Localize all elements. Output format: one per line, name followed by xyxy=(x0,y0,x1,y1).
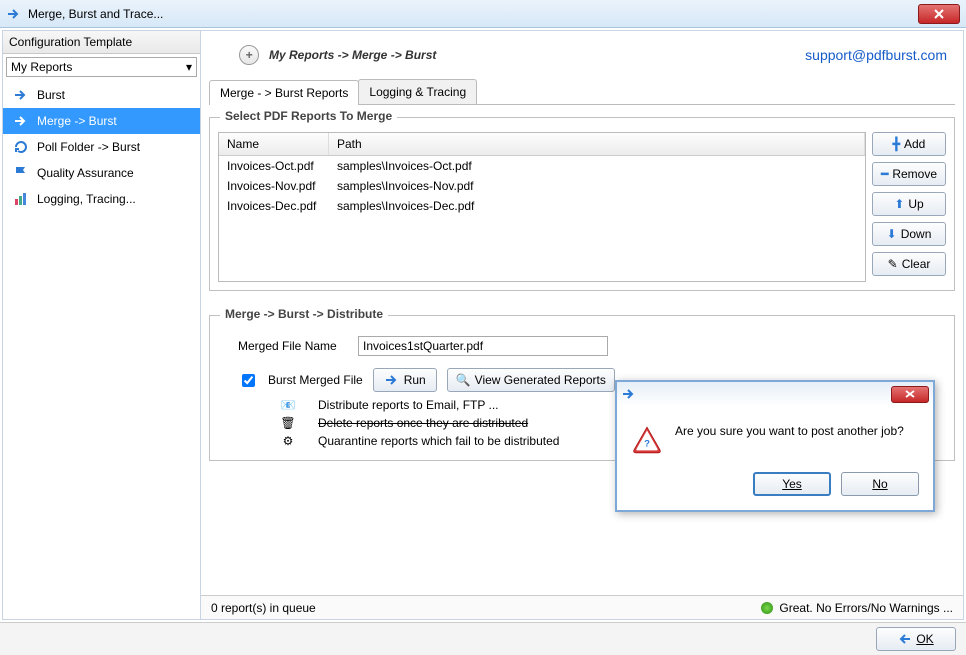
ok-arrow-icon xyxy=(898,633,912,645)
cell-path: samples\Invoices-Oct.pdf xyxy=(337,159,857,173)
file-table[interactable]: Name Path Invoices-Oct.pdfsamples\Invoic… xyxy=(218,132,866,282)
arrow-right-icon xyxy=(13,113,29,129)
arrow-up-icon: ⬆ xyxy=(894,197,904,211)
tabs: Merge - > Burst ReportsLogging & Tracing xyxy=(209,79,955,105)
app-icon xyxy=(6,6,22,22)
status-ok-icon xyxy=(761,602,773,614)
sidebar: Configuration Template My Reports ▾ Burs… xyxy=(3,31,201,619)
sidebar-item-label: Burst xyxy=(37,88,65,102)
down-button[interactable]: ⬇Down xyxy=(872,222,946,246)
table-row[interactable]: Invoices-Dec.pdfsamples\Invoices-Dec.pdf xyxy=(219,196,865,216)
sidebar-item-burst[interactable]: Burst xyxy=(3,82,200,108)
refresh-icon xyxy=(13,139,29,155)
bottom-bar: OK xyxy=(0,622,966,655)
confirm-dialog: ? Are you sure you want to post another … xyxy=(615,380,935,512)
flag-icon xyxy=(13,165,29,181)
merged-filename-input[interactable] xyxy=(358,336,608,356)
minus-icon: ━ xyxy=(881,167,888,181)
sidebar-item-label: Quality Assurance xyxy=(37,166,134,180)
dialog-close-button[interactable] xyxy=(891,386,929,403)
arrow-down-icon: ⬇ xyxy=(887,227,897,241)
merged-filename-label: Merged File Name xyxy=(238,339,348,353)
dialog-icon xyxy=(621,386,637,402)
breadcrumb-text: My Reports -> Merge -> Burst xyxy=(269,48,436,62)
run-button[interactable]: Run xyxy=(373,368,437,392)
window-title: Merge, Burst and Trace... xyxy=(28,7,163,21)
distribute-text: Delete reports once they are distributed xyxy=(318,416,528,430)
title-bar: Merge, Burst and Trace... xyxy=(0,0,966,28)
close-icon xyxy=(933,9,945,19)
ok-button[interactable]: OK xyxy=(876,627,956,651)
view-reports-button[interactable]: 🔍 View Generated Reports xyxy=(447,368,615,392)
plus-icon: ╋ xyxy=(893,137,900,151)
up-button[interactable]: ⬆Up xyxy=(872,192,946,216)
breadcrumb: + My Reports -> Merge -> Burst xyxy=(239,45,436,65)
distribute-legend: Merge -> Burst -> Distribute xyxy=(220,307,388,321)
trash-icon: 🗑 xyxy=(278,416,298,430)
warning-icon: ? xyxy=(631,424,663,456)
col-name[interactable]: Name xyxy=(219,133,329,155)
add-button[interactable]: ╋Add xyxy=(872,132,946,156)
table-row[interactable]: Invoices-Nov.pdfsamples\Invoices-Nov.pdf xyxy=(219,176,865,196)
chart-icon xyxy=(13,191,29,207)
cell-name: Invoices-Oct.pdf xyxy=(227,159,337,173)
sidebar-item-label: Merge -> Burst xyxy=(37,114,117,128)
dialog-no-button[interactable]: No xyxy=(841,472,919,496)
burst-merged-checkbox[interactable] xyxy=(242,374,255,387)
status-message: Great. No Errors/No Warnings ... xyxy=(779,601,953,615)
dialog-message: Are you sure you want to post another jo… xyxy=(675,424,904,438)
status-bar: 0 report(s) in queue Great. No Errors/No… xyxy=(201,595,963,619)
clear-button[interactable]: ✎Clear xyxy=(872,252,946,276)
queue-count: 0 report(s) in queue xyxy=(211,601,316,615)
cell-name: Invoices-Nov.pdf xyxy=(227,179,337,193)
sidebar-header: Configuration Template xyxy=(3,31,200,54)
mail-icon: 📧 xyxy=(278,398,298,412)
svg-text:?: ? xyxy=(644,438,650,449)
tab-1[interactable]: Logging & Tracing xyxy=(358,79,477,104)
sidebar-item-poll-folder-burst[interactable]: Poll Folder -> Burst xyxy=(3,134,200,160)
sidebar-item-quality-assurance[interactable]: Quality Assurance xyxy=(3,160,200,186)
sidebar-item-label: Poll Folder -> Burst xyxy=(37,140,140,154)
merge-legend: Select PDF Reports To Merge xyxy=(220,109,397,123)
arrow-right-icon xyxy=(13,87,29,103)
template-dropdown[interactable]: My Reports ▾ xyxy=(6,57,197,77)
distribute-text: Quarantine reports which fail to be dist… xyxy=(318,434,559,448)
binoculars-icon: 🔍 xyxy=(456,373,471,387)
col-path[interactable]: Path xyxy=(329,133,865,155)
clear-icon: ✎ xyxy=(888,257,898,271)
run-icon xyxy=(384,372,400,388)
burst-merged-label: Burst Merged File xyxy=(268,373,363,387)
main-panel: + My Reports -> Merge -> Burst support@p… xyxy=(201,31,963,619)
chevron-down-icon: ▾ xyxy=(186,60,192,74)
dialog-yes-button[interactable]: Yes xyxy=(753,472,831,496)
tab-0[interactable]: Merge - > Burst Reports xyxy=(209,80,359,105)
quarantine-icon: ⚙ xyxy=(278,434,298,448)
sidebar-item-label: Logging, Tracing... xyxy=(37,192,136,206)
dropdown-value: My Reports xyxy=(11,60,72,74)
sidebar-item-merge-burst[interactable]: Merge -> Burst xyxy=(3,108,200,134)
remove-button[interactable]: ━Remove xyxy=(872,162,946,186)
distribute-text: Distribute reports to Email, FTP ... xyxy=(318,398,499,412)
merge-group: Select PDF Reports To Merge Name Path In… xyxy=(209,117,955,291)
cell-path: samples\Invoices-Nov.pdf xyxy=(337,179,857,193)
window-close-button[interactable] xyxy=(918,4,960,24)
plus-icon[interactable]: + xyxy=(239,45,259,65)
cell-name: Invoices-Dec.pdf xyxy=(227,199,337,213)
table-row[interactable]: Invoices-Oct.pdfsamples\Invoices-Oct.pdf xyxy=(219,156,865,176)
close-icon xyxy=(905,390,915,398)
sidebar-item-logging-tracing-[interactable]: Logging, Tracing... xyxy=(3,186,200,212)
cell-path: samples\Invoices-Dec.pdf xyxy=(337,199,857,213)
support-link[interactable]: support@pdfburst.com xyxy=(805,47,947,63)
